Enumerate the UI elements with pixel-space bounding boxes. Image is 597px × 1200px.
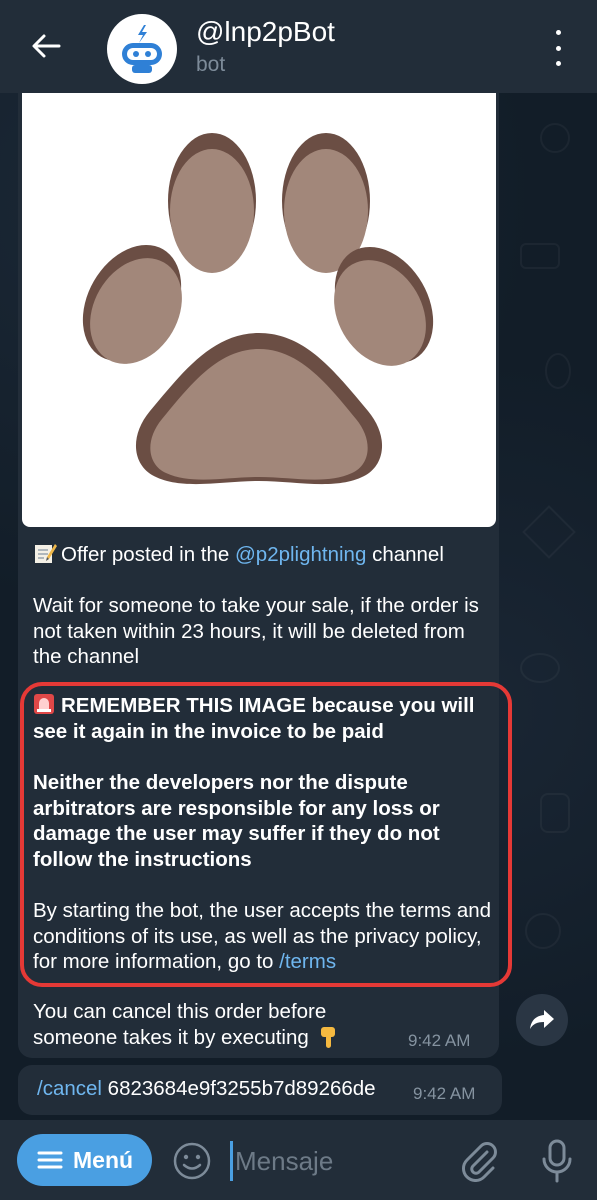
emoji-icon[interactable] xyxy=(172,1141,212,1181)
order-id: 6823684e9f3255b7d89266de xyxy=(101,1077,376,1100)
remember-line: REMEMBER THIS IMAGE because you will see… xyxy=(33,693,493,744)
offer-prefix: Offer posted in the xyxy=(61,543,235,566)
wait-text: Wait for someone to take your sale, if t… xyxy=(33,594,479,668)
message-input[interactable] xyxy=(230,1141,440,1181)
offer-suffix: channel xyxy=(366,543,444,566)
offer-line: Offer posted in the @p2plightning channe… xyxy=(33,541,493,568)
terms-link[interactable]: /terms xyxy=(279,950,336,973)
channel-link[interactable]: @p2plightning xyxy=(235,543,366,566)
command-line: /cancel 6823684e9f3255b7d89266de xyxy=(37,1076,417,1102)
command-time: 9:42 AM xyxy=(413,1084,476,1103)
chat-header: @lnp2pBot bot xyxy=(0,0,597,93)
remember-text: REMEMBER THIS IMAGE because you will see… xyxy=(33,694,475,743)
bot-avatar-icon[interactable] xyxy=(107,14,177,84)
siren-icon xyxy=(33,693,55,715)
menu-label: Menú xyxy=(73,1146,134,1173)
more-vert-icon[interactable] xyxy=(548,30,568,66)
chat-title[interactable]: @lnp2pBot xyxy=(196,16,335,48)
back-arrow-icon[interactable] xyxy=(28,28,64,64)
pointing-down-icon xyxy=(318,1025,340,1049)
paw-image[interactable] xyxy=(22,93,496,527)
menu-button[interactable]: Menú xyxy=(17,1134,152,1186)
microphone-icon[interactable] xyxy=(537,1138,577,1184)
paperclip-icon[interactable] xyxy=(459,1140,499,1182)
chat-subtitle: bot xyxy=(196,53,226,76)
cancel-command-link[interactable]: /cancel xyxy=(37,1077,102,1100)
terms-prefix: By starting the bot, the user accepts th… xyxy=(33,899,492,973)
message-time: 9:42 AM xyxy=(408,1031,471,1050)
cancel-text: You can cancel this order before someone… xyxy=(33,1000,327,1049)
cancel-line: You can cancel this order before someone… xyxy=(33,999,413,1050)
disclaimer-text: Neither the developers nor the dispute a… xyxy=(33,771,440,871)
terms-line: By starting the bot, the user accepts th… xyxy=(33,898,493,975)
hamburger-icon xyxy=(37,1150,63,1170)
share-icon[interactable] xyxy=(516,994,568,1046)
memo-icon xyxy=(33,541,57,565)
